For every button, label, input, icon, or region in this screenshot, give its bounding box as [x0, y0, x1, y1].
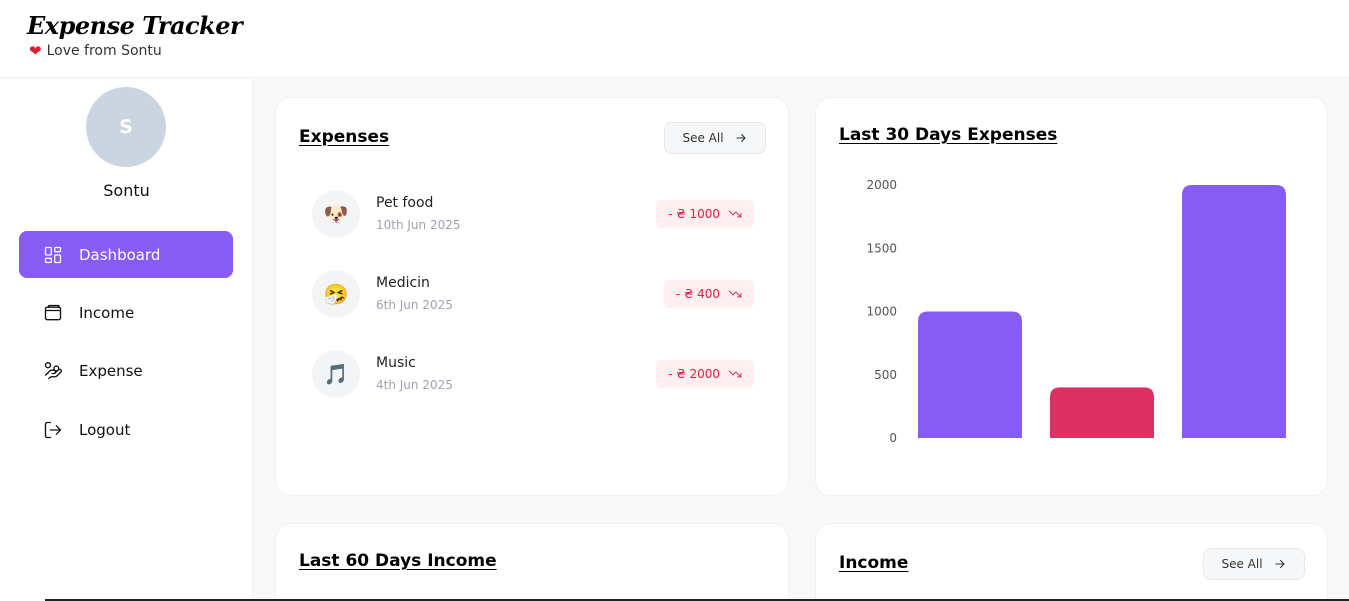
income-card: Income See All	[815, 523, 1328, 601]
transaction-amount: - ₴ 2000	[668, 367, 720, 381]
sidebar-item-label: Expense	[79, 361, 143, 380]
chart-bar[interactable]	[1050, 387, 1154, 438]
list-item[interactable]: 🐶 Pet food 10th Jun 2025 - ₴ 1000	[312, 190, 754, 238]
user-name: Sontu	[103, 181, 150, 200]
sidebar-item-label: Income	[79, 303, 135, 322]
wallet-icon	[43, 303, 63, 323]
trending-down-icon	[728, 370, 742, 378]
y-tick-label: 1000	[866, 305, 897, 319]
transaction-emoji-icon: 🎵	[312, 350, 360, 398]
y-tick-label: 0	[889, 431, 897, 445]
transaction-date: 6th Jun 2025	[376, 298, 453, 312]
hand-coins-icon	[43, 361, 63, 381]
see-all-label: See All	[1221, 557, 1263, 571]
income-see-all-button[interactable]: See All	[1203, 548, 1305, 580]
transaction-name: Pet food	[376, 195, 434, 211]
dashboard-icon	[43, 245, 63, 265]
sidebar-item-logout[interactable]: Logout	[19, 406, 233, 453]
sidebar-item-expense[interactable]: Expense	[19, 347, 233, 394]
expenses-see-all-button[interactable]: See All	[664, 122, 766, 154]
tagline: ❤ Love from Sontu	[29, 43, 162, 59]
y-tick-label: 2000	[866, 178, 897, 192]
chart-bar[interactable]	[918, 311, 1022, 439]
transaction-amount: - ₴ 1000	[668, 207, 720, 221]
last-60-days-income-card: Last 60 Days Income	[275, 523, 789, 601]
list-item[interactable]: 🎵 Music 4th Jun 2025 - ₴ 2000	[312, 350, 754, 398]
heart-icon: ❤	[29, 41, 42, 60]
app-header: Expense Tracker ❤ Love from Sontu	[0, 0, 1349, 78]
sidebar-item-label: Dashboard	[79, 245, 161, 264]
sidebar: S Sontu Dashboard Income Expense Logout	[0, 79, 253, 601]
transaction-amount-badge: - ₴ 2000	[656, 360, 754, 388]
transaction-amount-badge: - ₴ 400	[663, 280, 754, 308]
sidebar-item-income[interactable]: Income	[19, 289, 233, 336]
transaction-emoji-icon: 🐶	[312, 190, 360, 238]
avatar: S	[86, 87, 166, 167]
last-30-days-chart-card: Last 30 Days Expenses 0 500 1000 1500 2000	[815, 97, 1328, 496]
y-tick-label: 1500	[866, 241, 897, 255]
transaction-date: 10th Jun 2025	[376, 218, 461, 232]
logout-icon	[43, 420, 63, 440]
transaction-amount: - ₴ 400	[675, 287, 720, 301]
income-card-title: Income	[839, 553, 909, 573]
transaction-date: 4th Jun 2025	[376, 378, 453, 392]
expenses-card: Expenses See All 🐶 Pet food 10th Jun 202…	[275, 97, 789, 496]
see-all-label: See All	[682, 131, 724, 145]
chart-bar[interactable]	[1182, 185, 1286, 438]
expenses-card-title: Expenses	[299, 127, 390, 147]
arrow-right-icon	[735, 133, 746, 143]
income-chart-card-title: Last 60 Days Income	[299, 551, 497, 571]
tagline-text: Love from Sontu	[46, 43, 162, 59]
trending-down-icon	[728, 210, 742, 218]
app-title: Expense Tracker	[27, 11, 243, 40]
arrow-right-icon	[1274, 559, 1285, 569]
transaction-amount-badge: - ₴ 1000	[656, 200, 754, 228]
list-item[interactable]: 🤧 Medicin 6th Jun 2025 - ₴ 400	[312, 270, 754, 318]
transaction-name: Music	[376, 355, 416, 371]
sidebar-item-dashboard[interactable]: Dashboard	[19, 231, 233, 278]
trending-down-icon	[728, 290, 742, 298]
transaction-emoji-icon: 🤧	[312, 270, 360, 318]
y-tick-label: 500	[874, 368, 897, 382]
transaction-name: Medicin	[376, 275, 430, 291]
sidebar-item-label: Logout	[79, 420, 131, 439]
expenses-bar-chart: 0 500 1000 1500 2000	[866, 178, 1286, 445]
